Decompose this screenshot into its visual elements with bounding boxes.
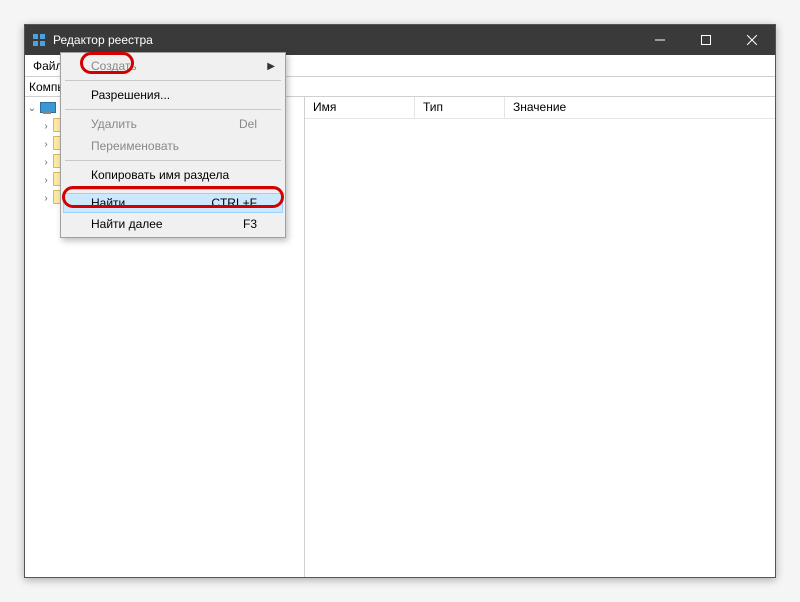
menu-item-label: Удалить: [91, 117, 137, 131]
menu-permissions[interactable]: Разрешения...: [63, 84, 283, 106]
menu-item-label: Найти далее: [91, 217, 163, 231]
menu-separator: [65, 189, 281, 190]
menu-item-label: Создать: [91, 59, 137, 73]
window-title: Редактор реестра: [53, 33, 637, 47]
menu-shortcut: CTRL+F: [211, 196, 257, 210]
expand-toggle[interactable]: ⌄: [25, 103, 39, 114]
minimize-button[interactable]: [637, 25, 683, 55]
menu-separator: [65, 109, 281, 110]
window-controls: [637, 25, 775, 55]
app-icon: [25, 33, 53, 47]
menu-copy-key-name[interactable]: Копировать имя раздела: [63, 164, 283, 186]
menu-separator: [65, 160, 281, 161]
column-type[interactable]: Тип: [415, 97, 505, 118]
address-path: Компь: [29, 80, 64, 94]
menu-item-label: Переименовать: [91, 139, 179, 153]
menu-item-label: Копировать имя раздела: [91, 168, 229, 182]
computer-icon: [39, 102, 55, 114]
close-button[interactable]: [729, 25, 775, 55]
column-name[interactable]: Имя: [305, 97, 415, 118]
list-pane: Имя Тип Значение: [305, 97, 775, 577]
submenu-arrow-icon: ▶: [267, 61, 275, 72]
column-value[interactable]: Значение: [505, 97, 775, 118]
expand-toggle[interactable]: ›: [39, 121, 53, 132]
menu-find-next[interactable]: Найти далее F3: [63, 213, 283, 235]
menu-shortcut: F3: [243, 217, 257, 231]
expand-toggle[interactable]: ›: [39, 139, 53, 150]
expand-toggle[interactable]: ›: [39, 157, 53, 168]
list-body[interactable]: [305, 119, 775, 577]
maximize-button[interactable]: [683, 25, 729, 55]
list-header: Имя Тип Значение: [305, 97, 775, 119]
menu-create[interactable]: Создать ▶: [63, 55, 283, 77]
menu-find[interactable]: Найти... CTRL+F: [63, 193, 283, 213]
menu-shortcut: Del: [239, 117, 257, 131]
menu-item-label: Разрешения...: [91, 88, 170, 102]
edit-dropdown: Создать ▶ Разрешения... Удалить Del Пере…: [60, 52, 286, 238]
menu-separator: [65, 80, 281, 81]
menu-delete[interactable]: Удалить Del: [63, 113, 283, 135]
menu-item-label: Найти...: [91, 196, 135, 210]
expand-toggle[interactable]: ›: [39, 193, 53, 204]
titlebar[interactable]: Редактор реестра: [25, 25, 775, 55]
expand-toggle[interactable]: ›: [39, 175, 53, 186]
menu-rename[interactable]: Переименовать: [63, 135, 283, 157]
